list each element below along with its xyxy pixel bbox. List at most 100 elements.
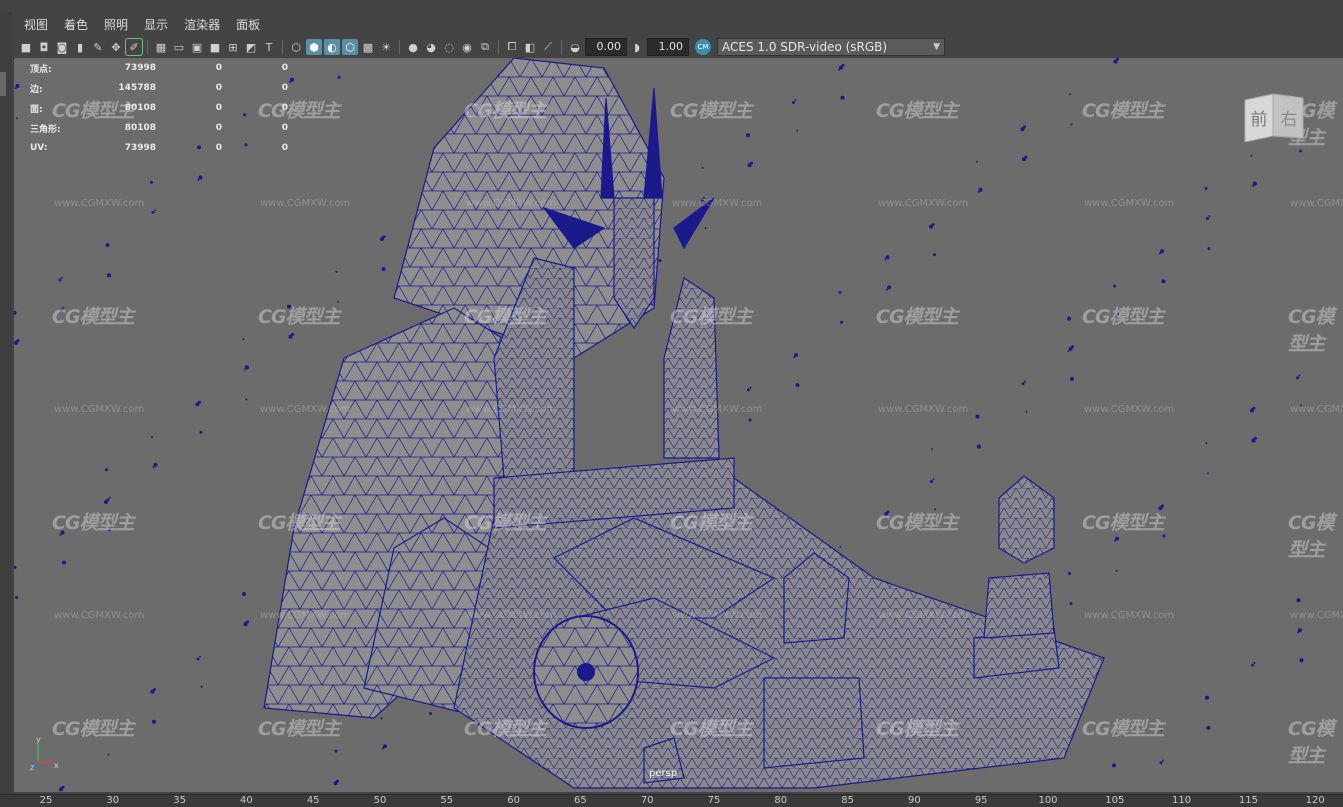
toolbar-separator xyxy=(399,40,400,54)
2d-pan-zoom-icon[interactable]: ✥ xyxy=(108,39,124,55)
particle-dot xyxy=(380,717,383,720)
default-material-icon[interactable]: ◐ xyxy=(324,39,340,55)
watermark-brand: CG模型主 xyxy=(464,100,547,122)
hud-row: 边: 145788 0 0 xyxy=(30,78,288,98)
gamma-icon[interactable]: ◗ xyxy=(629,39,645,55)
ruler-tick: 100 xyxy=(1038,795,1058,806)
particle-dot xyxy=(658,259,662,263)
smooth-shade-icon[interactable]: ⬢ xyxy=(306,39,322,55)
particle-dot xyxy=(792,101,795,104)
bookmark-icon[interactable]: ▮ xyxy=(72,39,88,55)
particle-dot xyxy=(932,478,935,481)
bookmark-camera-icon[interactable]: ◙ xyxy=(54,39,70,55)
perspective-viewport[interactable]: CG模型主 www.CGMXW.com CG模型主 www.CGMXW.com CG模型… xyxy=(14,58,1343,792)
watermark-url: www.CGMXW.com xyxy=(1084,198,1175,209)
image-plane-icon[interactable]: ✎ xyxy=(90,39,106,55)
particle-dot xyxy=(841,63,845,67)
motion-blur-icon[interactable]: ◌ xyxy=(441,39,457,55)
isolate-select-icon[interactable]: ⧠ xyxy=(504,39,520,55)
panel-resize-handle[interactable] xyxy=(0,72,6,96)
particle-dot xyxy=(1023,125,1026,129)
ruler-tick: 50 xyxy=(373,795,387,806)
resolution-gate-icon[interactable]: ▣ xyxy=(189,39,205,55)
menu-view[interactable]: 视图 xyxy=(16,14,56,36)
menu-panels[interactable]: 面板 xyxy=(228,14,268,36)
particle-dot xyxy=(107,753,110,756)
scene-mesh-render xyxy=(14,58,1304,792)
particle-dot xyxy=(1161,504,1164,508)
particle-dot xyxy=(105,243,110,248)
color-management-icon[interactable]: CM xyxy=(695,39,711,55)
spike-mesh xyxy=(643,87,663,199)
hud-label: UV: xyxy=(30,143,48,153)
watermark-url: www.CGMXW.com xyxy=(54,404,145,415)
hud-b: 0 xyxy=(281,63,288,73)
safe-title-icon[interactable]: T xyxy=(261,39,277,55)
watermark-brand: CG模型主 xyxy=(52,512,135,534)
hud-row: 面: 80108 0 0 xyxy=(30,98,288,118)
particle-dot xyxy=(1207,247,1211,251)
ruler-tick: 40 xyxy=(240,795,253,806)
exposure-field[interactable]: 0.00 xyxy=(585,38,627,56)
exposure-icon[interactable]: ◒ xyxy=(567,39,583,55)
wireframe-icon[interactable]: ⬡ xyxy=(288,39,304,55)
particle-dot xyxy=(291,333,294,336)
screen-space-ao-icon[interactable]: ◕ xyxy=(423,39,439,55)
watermark-brand: CG模型主 xyxy=(52,718,135,740)
particle-dot xyxy=(747,388,750,392)
particle-dot xyxy=(1251,663,1254,667)
watermark-brand: CG模型主 xyxy=(1082,512,1165,534)
hud-a: 0 xyxy=(215,123,222,133)
ruler-tick: 60 xyxy=(507,795,520,806)
watermark-brand: CG模型主 xyxy=(876,100,959,122)
xray-icon[interactable]: ◧ xyxy=(522,39,538,55)
shield-boss xyxy=(577,663,595,681)
center-lantern-base-mesh xyxy=(763,677,865,769)
particle-dot xyxy=(382,235,386,239)
ruler-tick: 85 xyxy=(841,795,854,806)
hud-value: 145788 xyxy=(118,83,156,93)
hud-a: 0 xyxy=(215,143,222,153)
particle-dot xyxy=(1296,598,1301,603)
wireframe-on-shaded-icon[interactable]: ⬡ xyxy=(342,39,358,55)
particle-dot xyxy=(976,160,978,163)
view-transform-value: ACES 1.0 SDR-video (sRGB) xyxy=(722,40,888,54)
watermark-url: www.CGMXW.com xyxy=(1290,610,1343,621)
particle-dot xyxy=(153,688,156,691)
viewcube[interactable]: 前 右 xyxy=(1243,92,1305,144)
safe-action-icon[interactable]: ◩ xyxy=(243,39,259,55)
textured-icon[interactable]: ▩ xyxy=(360,39,376,55)
gamma-field[interactable]: 1.00 xyxy=(647,38,689,56)
xray-joints-icon[interactable]: ⟋ xyxy=(540,39,556,55)
camera-attributes-icon[interactable]: ◘ xyxy=(36,39,52,55)
hud-value: 73998 xyxy=(124,143,156,153)
particle-dot xyxy=(887,285,891,290)
particle-dot xyxy=(151,210,155,214)
select-camera-icon[interactable]: ■ xyxy=(18,39,34,55)
menu-show[interactable]: 显示 xyxy=(136,14,176,36)
field-chart-icon[interactable]: ⊞ xyxy=(225,39,241,55)
particle-dot xyxy=(429,712,432,715)
grid-icon[interactable]: ▦ xyxy=(153,39,169,55)
particle-dot xyxy=(1161,279,1166,284)
depth-of-field-icon[interactable]: ⧉ xyxy=(477,39,493,55)
menu-lighting[interactable]: 照明 xyxy=(96,14,136,36)
watermark-brand: CG模型主 xyxy=(1288,512,1335,561)
particle-dot xyxy=(200,685,203,688)
particle-dot xyxy=(245,365,249,370)
time-ruler[interactable]: 25 30 35 40 45 50 55 60 65 70 75 80 85 90 95 100 105 110 1… xyxy=(0,794,1343,807)
menu-renderer[interactable]: 渲染器 xyxy=(176,14,228,36)
shadows-icon[interactable]: ● xyxy=(405,39,421,55)
film-gate-icon[interactable]: ▭ xyxy=(171,39,187,55)
anti-aliasing-icon[interactable]: ◉ xyxy=(459,39,475,55)
gate-mask-icon[interactable]: ■ xyxy=(207,39,223,55)
particle-dot xyxy=(1070,377,1074,381)
use-all-lights-icon[interactable]: ☀ xyxy=(378,39,394,55)
particle-dot xyxy=(885,255,890,260)
watermark-brand: CG模型主 xyxy=(1288,306,1335,355)
grease-pencil-icon[interactable]: ✐ xyxy=(125,38,143,56)
menu-shading[interactable]: 着色 xyxy=(56,14,96,36)
particle-dot xyxy=(701,166,704,169)
particle-dot xyxy=(749,386,752,389)
view-transform-dropdown[interactable]: ACES 1.0 SDR-video (sRGB) ▼ xyxy=(717,38,945,56)
